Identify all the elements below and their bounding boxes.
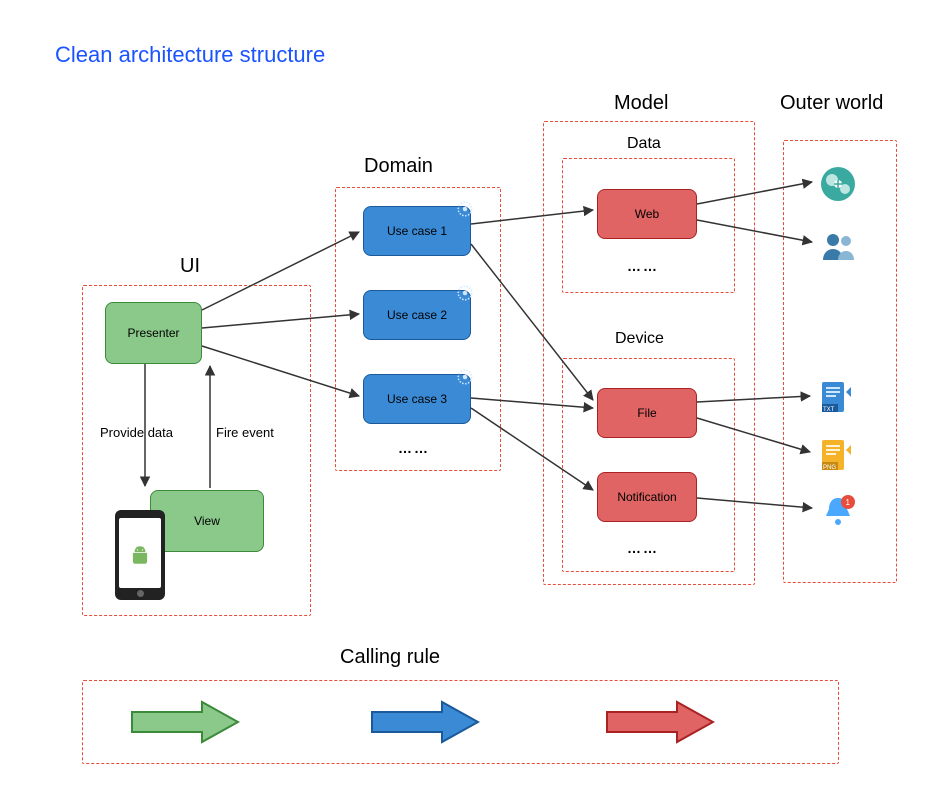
domain-ellipsis: …… bbox=[398, 440, 430, 456]
web-node: Web bbox=[597, 189, 697, 239]
view-node: View bbox=[150, 490, 264, 552]
outer-label: Outer world bbox=[780, 92, 883, 115]
people-icon bbox=[818, 226, 858, 266]
provide-data-label: Provide data bbox=[100, 425, 173, 440]
notification-node: Notification bbox=[597, 472, 697, 522]
ui-label: UI bbox=[180, 255, 200, 278]
svg-text:TXT: TXT bbox=[823, 407, 835, 413]
domain-label: Domain bbox=[364, 155, 433, 178]
globe-icon bbox=[818, 164, 858, 204]
presenter-node: Presenter bbox=[105, 302, 202, 364]
usecase-2-node: Use case 2 bbox=[363, 290, 471, 340]
svg-text:PNG: PNG bbox=[823, 465, 836, 471]
usecase-3-node: Use case 3 bbox=[363, 374, 471, 424]
calling-rule-label: Calling rule bbox=[340, 646, 440, 669]
usecase-1-node: Use case 1 bbox=[363, 206, 471, 256]
phone-icon bbox=[115, 510, 165, 600]
file-png-icon: PNG bbox=[816, 436, 856, 476]
calling-arrow-green bbox=[130, 700, 240, 744]
gear-icon bbox=[456, 200, 474, 218]
file-txt-icon: TXT bbox=[816, 378, 856, 418]
device-ellipsis: …… bbox=[627, 540, 659, 556]
file-node: File bbox=[597, 388, 697, 438]
data-ellipsis: …… bbox=[627, 258, 659, 274]
gear-icon bbox=[456, 368, 474, 386]
model-label: Model bbox=[614, 92, 668, 115]
bell-icon: 1 bbox=[818, 492, 858, 532]
diagram-canvas: Clean architecture structure UI Domain M… bbox=[0, 0, 937, 799]
svg-text:1: 1 bbox=[846, 498, 851, 507]
fire-event-label: Fire event bbox=[216, 425, 274, 440]
calling-arrow-red bbox=[605, 700, 715, 744]
gear-icon bbox=[456, 284, 474, 302]
calling-arrow-blue bbox=[370, 700, 480, 744]
diagram-title: Clean architecture structure bbox=[55, 42, 325, 68]
